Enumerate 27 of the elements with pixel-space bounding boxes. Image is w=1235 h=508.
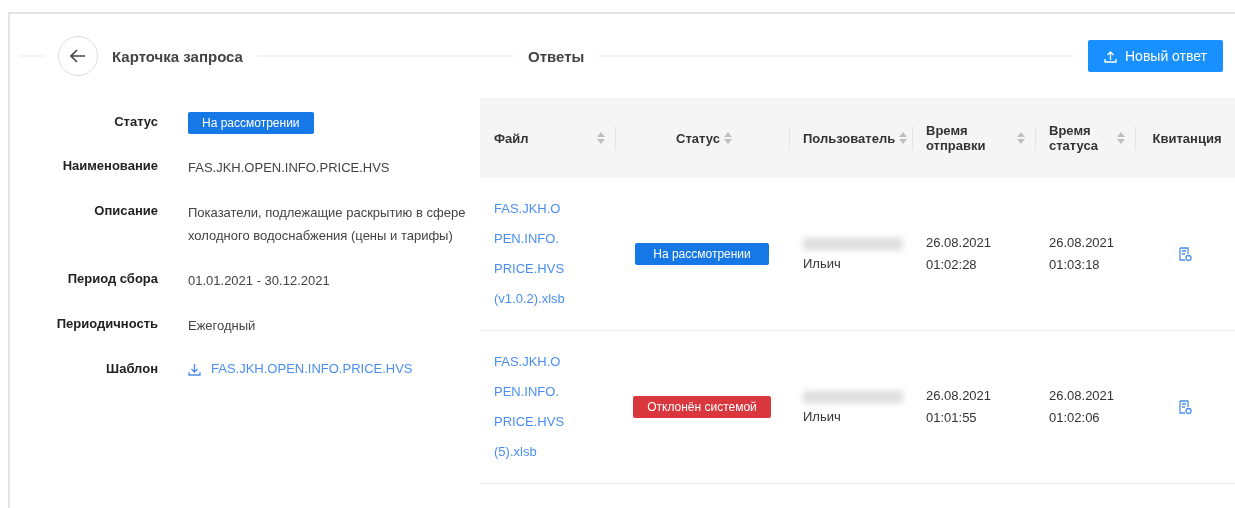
field-label: Шаблон — [105, 360, 158, 378]
field-label: Периодичность — [55, 315, 158, 333]
user-name: Ильич — [803, 255, 841, 271]
field-value: FAS.JKH.OPEN.INFO.PRICE.HVS — [188, 159, 391, 177]
status-badge: На рассмотрении — [635, 243, 769, 265]
field-value: 01.01.2021 - 30.12.2021 — [188, 272, 331, 290]
column-header[interactable]: Время отправки — [912, 98, 1035, 178]
column-header: Квитанция — [1135, 98, 1235, 178]
column-header[interactable]: Пользователь — [789, 98, 912, 178]
field-label: Статус — [113, 113, 158, 131]
column-header[interactable]: Файл — [480, 98, 615, 178]
field-value: Показатели, подлежащие раскрытию в сфере холодного водоснабжения (цены и тарифы) — [188, 204, 467, 245]
status-time: 26.08.2021 01:02:06 — [1049, 387, 1116, 427]
sent-time: 26.08.2021 01:01:55 — [926, 387, 993, 427]
field-label: Описание — [93, 202, 158, 220]
status-badge: На рассмотрении — [188, 112, 314, 134]
field-label: Наименование — [61, 157, 158, 175]
column-header[interactable]: Статус — [615, 98, 789, 178]
card-title: Карточка запроса — [112, 47, 243, 65]
field-label: Период сбора — [66, 270, 158, 288]
field-value: Ежегодный — [188, 317, 257, 335]
status-time: 26.08.2021 01:03:18 — [1049, 234, 1116, 274]
sent-time: 26.08.2021 01:02:28 — [926, 234, 993, 274]
user-name: Ильич — [803, 408, 841, 424]
answers-title: Ответы — [528, 47, 585, 65]
column-header[interactable]: Время статуса — [1035, 98, 1135, 178]
status-badge: Отклонён системой — [633, 396, 771, 418]
